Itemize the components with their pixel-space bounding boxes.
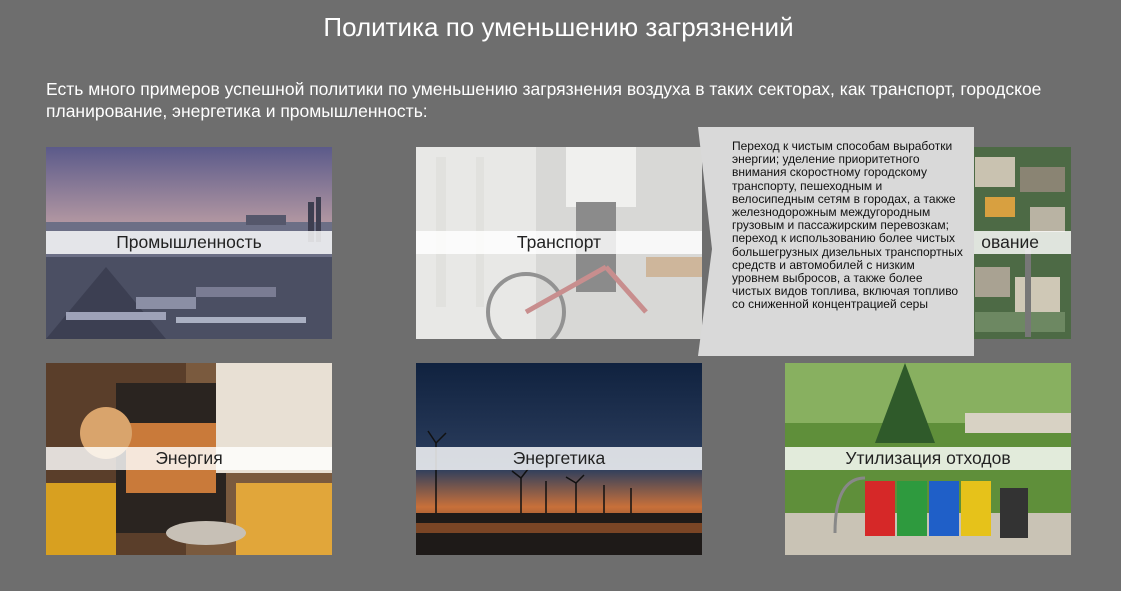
card-label: Промышленность [46, 231, 332, 254]
card-industry[interactable]: Промышленность [46, 147, 332, 339]
card-label: Энергия [46, 447, 332, 470]
card-energetics[interactable]: Энергетика [416, 363, 702, 555]
card-transport[interactable]: Транспорт [416, 147, 702, 339]
card-label: Утилизация отходов [785, 447, 1071, 470]
card-label: Энергетика [416, 447, 702, 470]
info-tooltip: Переход к чистым способам выработки энер… [698, 127, 974, 356]
page-title: Политика по уменьшению загрязнений [323, 12, 794, 42]
card-energy[interactable]: Энергия [46, 363, 332, 555]
intro-text: Есть много примеров успешной политики по… [46, 79, 1042, 121]
card-waste-recycling[interactable]: Утилизация отходов [785, 363, 1071, 555]
card-label: Транспорт [416, 231, 702, 254]
tooltip-text: Переход к чистым способам выработки энер… [732, 139, 963, 312]
